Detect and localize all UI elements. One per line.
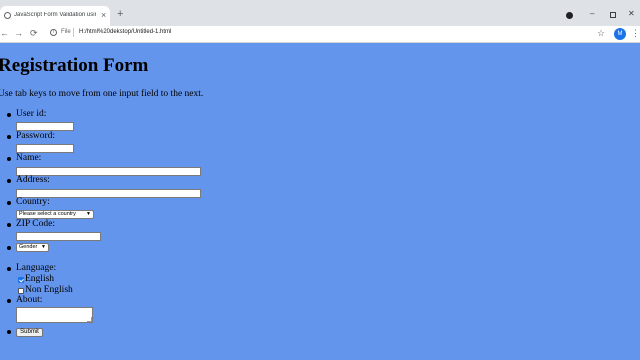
list-bullet — [7, 299, 11, 303]
gender-selected-value: Gender — [19, 244, 38, 250]
list-bullet — [7, 246, 11, 250]
zip-input[interactable] — [16, 232, 101, 241]
country-selected-value: Please select a country — [19, 211, 76, 217]
resize-grip-icon[interactable] — [87, 317, 92, 322]
name-label: Name: — [16, 153, 42, 163]
extension-icon[interactable] — [566, 12, 573, 19]
back-arrow-icon[interactable]: ← — [0, 27, 9, 39]
instructions-text: Use tab keys to move from one input fiel… — [0, 89, 204, 99]
forward-arrow-icon[interactable]: → — [14, 27, 23, 39]
non-english-checkbox[interactable] — [18, 288, 24, 294]
page-title: Registration Form — [0, 55, 149, 76]
english-checkbox-label: English — [25, 274, 55, 284]
globe-icon — [4, 12, 11, 19]
list-bullet — [7, 179, 11, 183]
profile-avatar[interactable]: M — [614, 28, 626, 40]
new-tab-icon[interactable]: + — [117, 9, 123, 20]
about-label: About: — [16, 295, 43, 305]
browser-tab-strip: JavaScript Form Validation using × + – ✕ — [0, 0, 640, 26]
list-bullet — [7, 267, 11, 271]
submit-button[interactable]: Submit — [16, 328, 43, 337]
gender-select[interactable]: Gender ▼ — [16, 243, 49, 252]
minimize-icon[interactable]: – — [590, 9, 594, 18]
about-textarea[interactable] — [16, 307, 93, 323]
english-checkbox[interactable] — [18, 277, 24, 283]
browser-tab[interactable]: JavaScript Form Validation using × — [0, 6, 110, 26]
zip-label: ZIP Code: — [16, 219, 55, 229]
list-bullet — [7, 201, 11, 205]
password-label: Password: — [16, 131, 56, 141]
list-bullet — [7, 330, 11, 334]
address-separator — [73, 28, 74, 37]
language-label: Language: — [16, 263, 57, 273]
list-bullet — [7, 157, 11, 161]
chevron-down-icon: ▼ — [41, 244, 46, 250]
tab-title: JavaScript Form Validation using — [14, 12, 96, 18]
list-bullet — [7, 113, 11, 117]
user-id-label: User id: — [16, 109, 47, 119]
user-id-input[interactable] — [16, 122, 74, 131]
browser-toolbar: ← → ⟳ i File H:/html%20dekstop/Untitled-… — [0, 26, 640, 43]
bookmark-star-icon[interactable]: ☆ — [597, 27, 605, 39]
country-select[interactable]: Please select a country ▼ — [16, 210, 94, 219]
close-window-icon[interactable]: ✕ — [628, 9, 635, 18]
address-bar-url[interactable]: H:/html%20dekstop/Untitled-1.html — [79, 29, 171, 35]
address-label: Address: — [16, 175, 50, 185]
tab-close-icon[interactable]: × — [101, 10, 106, 20]
reload-icon[interactable]: ⟳ — [30, 27, 38, 39]
page-body: Registration Form Use tab keys to move f… — [0, 43, 640, 360]
list-bullet — [7, 223, 11, 227]
menu-icon[interactable]: ⋮ — [631, 27, 640, 39]
chevron-down-icon: ▼ — [86, 211, 91, 217]
url-scheme-label: File — [61, 29, 71, 35]
country-label: Country: — [16, 197, 50, 207]
list-bullet — [7, 135, 11, 139]
non-english-checkbox-label: Non English — [25, 285, 73, 295]
password-input[interactable] — [16, 144, 74, 153]
maximize-icon[interactable] — [610, 12, 616, 18]
info-icon[interactable]: i — [50, 29, 57, 36]
